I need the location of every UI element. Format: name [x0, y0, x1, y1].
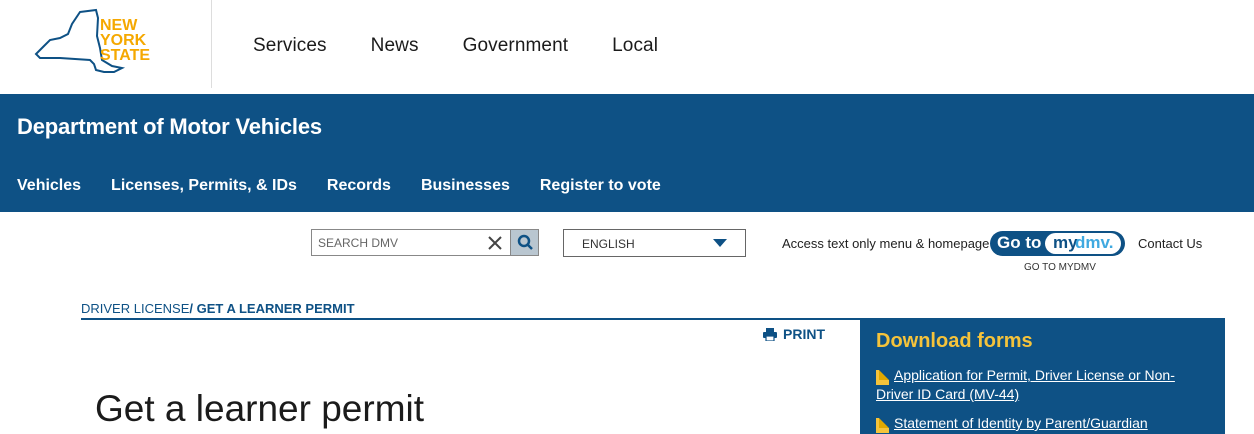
nys-map-icon: NEW YORK STATE [34, 8, 150, 73]
logo-divider [211, 0, 212, 88]
breadcrumb-separator: / [189, 301, 197, 316]
global-nav: Services News Government Local [253, 35, 658, 57]
logo-text-state: STATE [100, 47, 150, 64]
breadcrumb-driver-license[interactable]: DRIVER LICENSE [81, 301, 189, 316]
page-title: Get a learner permit [95, 388, 425, 429]
agency-nav-records[interactable]: Records [327, 177, 391, 195]
mydmv-dmv-text: dmv. [1075, 233, 1114, 252]
nys-logo[interactable]: NEW YORK STATE [30, 8, 155, 80]
contact-us-link[interactable]: Contact Us [1138, 236, 1202, 251]
search-box [311, 229, 539, 256]
agency-nav-licenses[interactable]: Licenses, Permits, & IDs [111, 177, 297, 195]
language-select[interactable]: ENGLISH [563, 229, 746, 257]
chevron-down-icon [713, 239, 727, 247]
print-link[interactable]: PRINT [783, 326, 825, 342]
nav-government[interactable]: Government [463, 35, 569, 57]
breadcrumb-current: GET A LEARNER PERMIT [196, 301, 355, 316]
download-forms-panel: Download forms Application for Permit, D… [860, 318, 1225, 434]
document-icon [876, 418, 889, 433]
nav-news[interactable]: News [371, 35, 419, 57]
print-icon[interactable] [763, 328, 777, 342]
download-forms-heading: Download forms [876, 330, 1033, 352]
go-to-mydmv-button[interactable]: Go to my dmv. [990, 231, 1125, 256]
agency-nav-vehicles[interactable]: Vehicles [17, 177, 81, 195]
nav-local[interactable]: Local [612, 35, 658, 57]
mydmv-caption: GO TO MYDMV [1024, 262, 1096, 273]
close-icon[interactable] [485, 233, 505, 253]
language-selected: ENGLISH [582, 237, 635, 251]
agency-header: Department of Motor Vehicles Vehicles Li… [0, 94, 1254, 212]
agency-nav-businesses[interactable]: Businesses [421, 177, 510, 195]
global-header: NEW YORK STATE Services News Government … [0, 0, 1254, 94]
access-text-only-link[interactable]: Access text only menu & homepage [782, 236, 989, 251]
breadcrumb: DRIVER LICENSE/ GET A LEARNER PERMIT [81, 301, 355, 316]
form-item: Statement of Identity by Parent/Guardian [876, 414, 1206, 433]
search-button[interactable] [510, 230, 538, 255]
agency-nav: Vehicles Licenses, Permits, & IDs Record… [17, 177, 661, 195]
document-icon [876, 370, 889, 385]
mydmv-my-text: my [1053, 233, 1078, 252]
form-link-statement-of-identity[interactable]: Statement of Identity by Parent/Guardian [876, 414, 1206, 433]
agency-title[interactable]: Department of Motor Vehicles [17, 114, 322, 140]
breadcrumb-divider [81, 318, 860, 320]
search-input[interactable] [318, 233, 478, 253]
form-link-mv44[interactable]: Application for Permit, Driver License o… [876, 366, 1206, 404]
nav-services[interactable]: Services [253, 35, 327, 57]
agency-nav-register-to-vote[interactable]: Register to vote [540, 177, 661, 195]
form-item: Application for Permit, Driver License o… [876, 366, 1206, 404]
search-icon [517, 234, 533, 250]
mydmv-goto-text: Go to [997, 233, 1042, 252]
